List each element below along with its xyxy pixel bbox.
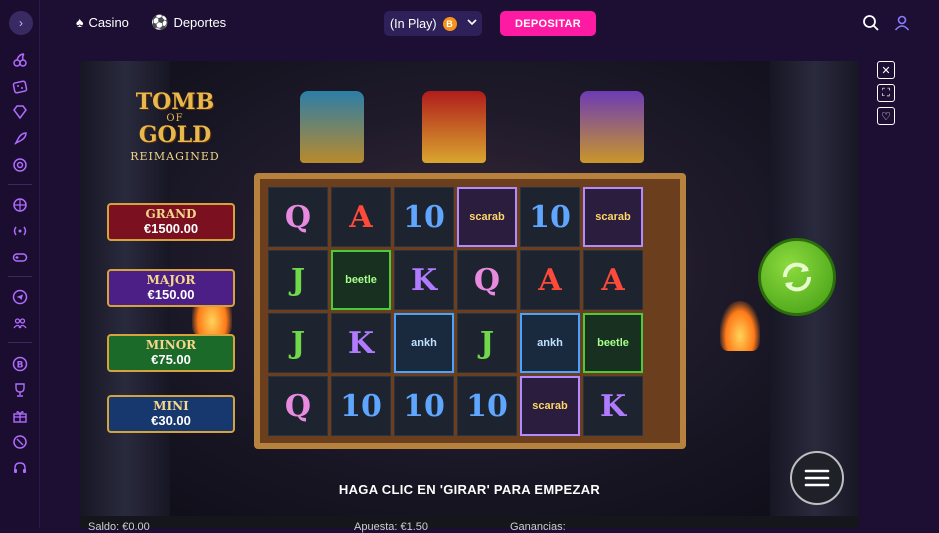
anubis-statue: [580, 91, 644, 163]
reel-symbol: 10: [394, 187, 454, 247]
jackpot-grand: GRAND €1500.00: [107, 203, 235, 241]
reel-symbol: J: [457, 313, 517, 373]
favorite-heart-icon[interactable]: ♡: [877, 107, 895, 125]
reel-symbol: 10: [520, 187, 580, 247]
sidebar: › B: [0, 0, 40, 528]
win-readout: Ganancias:: [510, 521, 566, 533]
nav-casino-label: Casino: [88, 14, 129, 30]
trophy-icon[interactable]: [11, 381, 29, 399]
torch-right: [720, 301, 760, 351]
sidebar-toggle-button[interactable]: ›: [9, 11, 33, 35]
jackpot-major: MAJOR €150.00: [107, 269, 235, 307]
jackpot-minor-name: MINOR: [145, 338, 197, 352]
close-icon[interactable]: ✕: [877, 61, 895, 79]
slot-game-canvas[interactable]: TOMB OF GOLD REIMAGINED GRAND €1500.00 M…: [80, 61, 859, 516]
reel-symbol: beetle: [583, 313, 643, 373]
chip-icon[interactable]: [11, 156, 29, 174]
cobra-statue: [422, 91, 486, 163]
sidebar-divider: [8, 276, 32, 277]
gamepad-icon[interactable]: [11, 248, 29, 266]
game-status-bar: Saldo: €0.00 Apuesta: €1.50 Ganancias:: [80, 516, 859, 533]
reel-symbol: K: [331, 313, 391, 373]
logo-gold: GOLD: [138, 122, 212, 148]
reel-symbol: Q: [457, 250, 517, 310]
rocket-icon[interactable]: [11, 130, 29, 148]
spin-prompt-message: HAGA CLIC EN 'GIRAR' PARA EMPEZAR: [338, 482, 601, 497]
search-icon[interactable]: [861, 13, 881, 33]
jackpot-major-value: €150.00: [147, 287, 195, 302]
reel-symbol: A: [520, 250, 580, 310]
fullscreen-icon[interactable]: ⛶: [877, 84, 895, 102]
reel-grid: Q A 10 scarab 10 scarab Jbeetle K Q A A J Kankh Jankh…: [268, 187, 643, 436]
reel-symbol: ankh: [394, 313, 454, 373]
spin-button[interactable]: [758, 238, 836, 316]
spade-icon: ♠: [76, 14, 84, 30]
jackpot-mini: MINI €30.00: [107, 395, 235, 433]
nav-deportes-label: Deportes: [173, 15, 227, 30]
gift-icon[interactable]: [11, 407, 29, 425]
nav-casino[interactable]: ♠ Casino: [76, 14, 129, 30]
falcon-statue: [300, 91, 364, 163]
jackpot-minor: MINOR €75.00: [107, 334, 235, 372]
cherry-icon[interactable]: [11, 51, 29, 69]
deposit-button[interactable]: DEPOSITAR: [500, 11, 596, 36]
soccer-ball-icon: ⚽: [151, 14, 169, 30]
top-bar: ♠ Casino ⚽ Deportes (In Play) B DEPOSITA…: [40, 0, 939, 46]
jackpot-minor-value: €75.00: [151, 352, 191, 367]
game-tools: ✕ ⛶ ♡: [877, 61, 895, 130]
reel-symbol: scarab: [457, 187, 517, 247]
telegram-icon[interactable]: [11, 288, 29, 306]
balance-dropdown[interactable]: (In Play) B: [384, 11, 482, 36]
game-logo: TOMB OF GOLD REIMAGINED: [110, 91, 240, 171]
jackpot-major-name: MAJOR: [146, 273, 196, 287]
sidebar-divider: [8, 342, 32, 343]
headset-icon[interactable]: [11, 459, 29, 477]
svg-text:B: B: [17, 361, 24, 371]
balance-label: (In Play): [390, 16, 437, 31]
nav-deportes[interactable]: ⚽ Deportes: [151, 14, 226, 31]
users-icon[interactable]: [11, 314, 29, 332]
reel-symbol: Q: [268, 376, 328, 436]
reel-symbol: scarab: [583, 187, 643, 247]
logo-tomb: TOMB: [135, 89, 215, 115]
sidebar-divider: [8, 184, 32, 185]
reel-symbol: Q: [268, 187, 328, 247]
basketball-icon[interactable]: [11, 196, 29, 214]
bet-readout: Apuesta: €1.50: [354, 521, 429, 533]
dice-icon[interactable]: [11, 78, 29, 96]
reel-symbol: 10: [394, 376, 454, 436]
diamond-icon[interactable]: [11, 103, 29, 121]
reel-symbol: K: [394, 250, 454, 310]
reel-symbol: A: [583, 250, 643, 310]
reel-symbol: scarab: [520, 376, 580, 436]
jackpot-mini-value: €30.00: [151, 413, 191, 428]
broadcast-icon[interactable]: [11, 222, 29, 240]
chevron-down-icon: [466, 18, 477, 29]
bitcoin-icon[interactable]: B: [11, 355, 29, 373]
jackpot-grand-value: €1500.00: [143, 221, 199, 236]
reel-symbol: A: [331, 187, 391, 247]
reel-symbol: K: [583, 376, 643, 436]
bitcoin-currency-icon: B: [442, 16, 457, 31]
reel-symbol: 10: [457, 376, 517, 436]
reel-symbol: beetle: [331, 250, 391, 310]
jackpot-grand-name: GRAND: [145, 207, 197, 221]
jackpot-mini-name: MINI: [153, 399, 189, 413]
reel-symbol: J: [268, 313, 328, 373]
logo-subtitle: REIMAGINED: [130, 150, 220, 163]
reels-frame: Q A 10 scarab 10 scarab Jbeetle K Q A A J Kankh Jankh…: [254, 173, 686, 449]
reel-symbol: J: [268, 250, 328, 310]
reel-symbol: 10: [331, 376, 391, 436]
reel-symbol: ankh: [520, 313, 580, 373]
balance-readout: Saldo: €0.00: [88, 521, 150, 533]
user-icon[interactable]: [892, 13, 912, 33]
chip-icon[interactable]: [11, 433, 29, 451]
